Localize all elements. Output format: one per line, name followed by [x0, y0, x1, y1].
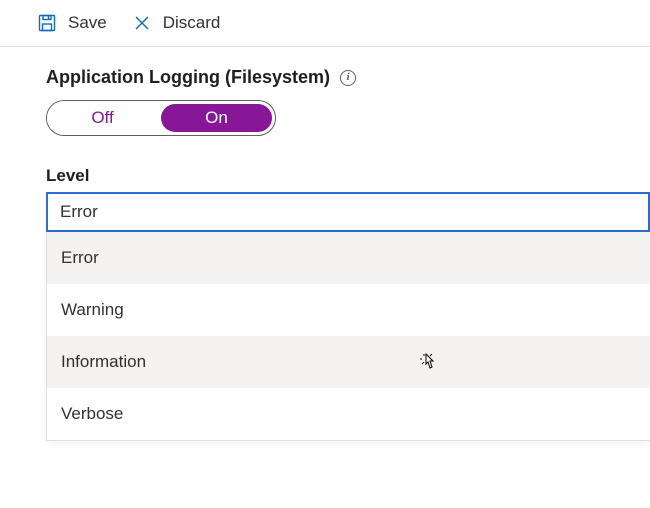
- info-icon[interactable]: i: [340, 70, 356, 86]
- option-label: Information: [61, 352, 146, 372]
- toggle-on-label: On: [205, 108, 228, 128]
- option-label: Warning: [61, 300, 124, 320]
- level-dropdown: Error Warning Information Verbose: [46, 232, 650, 441]
- content-area: Application Logging (Filesystem) i Off O…: [0, 47, 650, 441]
- section-header: Application Logging (Filesystem) i: [46, 67, 626, 88]
- option-label: Verbose: [61, 404, 123, 424]
- cursor-icon: [418, 350, 440, 382]
- level-option-warning[interactable]: Warning: [47, 284, 650, 336]
- level-option-error[interactable]: Error: [47, 232, 650, 284]
- toggle-on-option[interactable]: On: [161, 104, 272, 132]
- toolbar: Save Discard: [0, 0, 650, 47]
- level-option-verbose[interactable]: Verbose: [47, 388, 650, 440]
- close-icon: [131, 12, 153, 34]
- level-selected-value: Error: [60, 202, 98, 222]
- save-label: Save: [68, 13, 107, 33]
- discard-button[interactable]: Discard: [131, 12, 221, 34]
- save-icon: [36, 12, 58, 34]
- discard-label: Discard: [163, 13, 221, 33]
- level-option-information[interactable]: Information: [47, 336, 650, 388]
- level-label: Level: [46, 166, 626, 186]
- save-button[interactable]: Save: [36, 12, 107, 34]
- toggle-off-option[interactable]: Off: [47, 101, 158, 135]
- option-label: Error: [61, 248, 99, 268]
- level-select[interactable]: Error: [46, 192, 650, 232]
- logging-toggle[interactable]: Off On: [46, 100, 276, 136]
- section-title: Application Logging (Filesystem): [46, 67, 330, 88]
- toggle-off-label: Off: [91, 108, 113, 128]
